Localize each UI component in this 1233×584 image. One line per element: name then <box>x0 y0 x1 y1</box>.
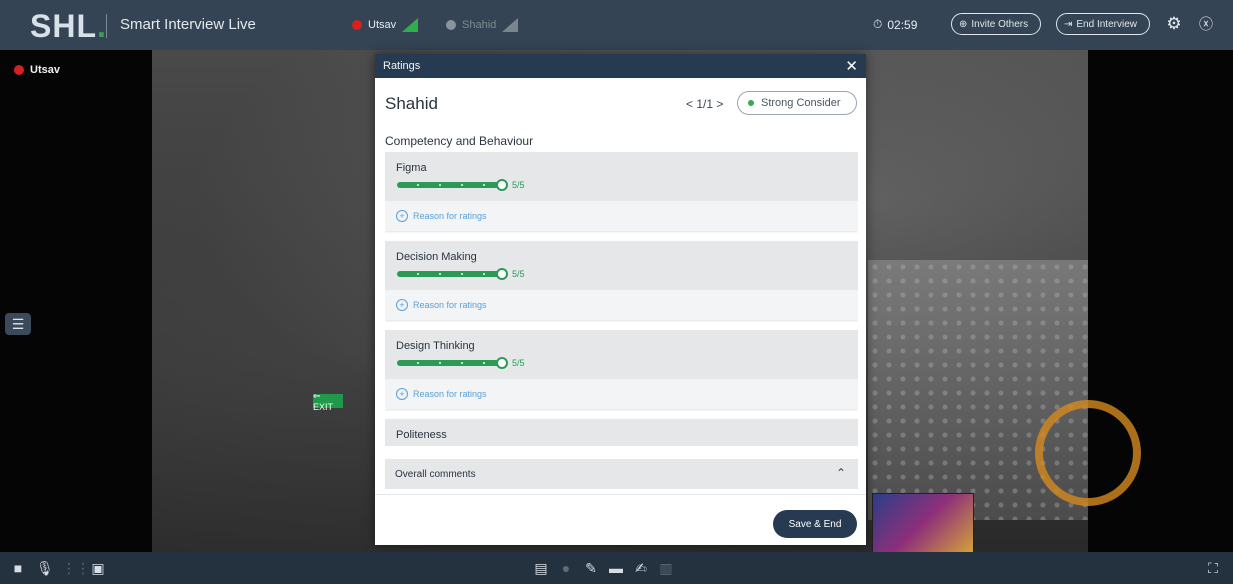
rating-slider[interactable] <box>397 357 508 369</box>
chat-icon[interactable]: ▬ <box>608 560 624 576</box>
candidate-name: Shahid <box>385 94 438 113</box>
video-poster <box>872 493 974 553</box>
whiteboard-icon[interactable]: ✎ <box>583 560 599 576</box>
rating-value: 5/5 <box>512 180 525 190</box>
grid-icon[interactable]: ⋮⋮ <box>62 560 90 576</box>
competency-card: Figma 5/5 + Reason for ratings <box>385 152 858 231</box>
clock-icon: ⏱ <box>873 17 883 31</box>
document-icon[interactable]: ▤ <box>533 560 549 576</box>
shl-logo: SHL. <box>30 8 107 44</box>
rating-slider[interactable] <box>397 268 508 280</box>
competency-card: Politeness <box>385 419 858 446</box>
competency-name: Figma <box>396 162 427 174</box>
modal-header: Ratings ✕ <box>375 54 866 78</box>
settings-gear-icon[interactable]: ⚙ <box>1164 14 1184 34</box>
exit-icon: ⇥ <box>1064 18 1073 30</box>
no-signal-icon <box>502 18 519 32</box>
plus-circle-icon: ⊕ <box>959 18 968 30</box>
speaker-label: Utsav <box>14 64 60 76</box>
exit-sign: ⇐ EXIT <box>313 391 343 412</box>
side-panel-toggle-icon[interactable]: ☰ <box>5 313 31 335</box>
status-dot-icon <box>748 100 754 106</box>
reason-for-ratings-link[interactable]: + Reason for ratings <box>396 210 487 222</box>
plus-circle-icon: + <box>396 299 408 311</box>
competency-card: Decision Making 5/5 + Reason for ratings <box>385 241 858 320</box>
invite-others-button[interactable]: ⊕ Invite Others <box>951 13 1041 35</box>
candidate-pager[interactable]: < 1/1 > <box>686 97 723 111</box>
slider-handle[interactable] <box>496 357 508 369</box>
recording-dot-icon <box>352 20 362 30</box>
logo-divider <box>106 14 107 38</box>
slider-handle[interactable] <box>496 268 508 280</box>
close-circle-icon[interactable]: ⓧ <box>1196 14 1216 34</box>
competency-card: Design Thinking 5/5 + Reason for ratings <box>385 330 858 409</box>
competency-list[interactable]: Figma 5/5 + Reason for ratings Decision … <box>385 152 858 446</box>
fullscreen-icon[interactable]: ⛶ <box>1205 560 1221 576</box>
signal-strength-icon <box>402 18 419 32</box>
competency-name: Decision Making <box>396 251 477 263</box>
video-letterbox-left <box>0 50 152 552</box>
slider-handle[interactable] <box>496 179 508 191</box>
reason-for-ratings-link[interactable]: + Reason for ratings <box>396 299 487 311</box>
plus-circle-icon: + <box>396 388 408 400</box>
competency-name: Design Thinking <box>396 340 475 352</box>
chevron-up-icon: ⌃ <box>835 466 846 480</box>
plus-circle-icon: + <box>396 210 408 222</box>
app-title: Smart Interview Live <box>120 16 256 33</box>
bottom-toolbar: ■ 🎙 ⋮⋮ ▣ ▤ ● ✎ ▬ ✍ ▥ ⛶ <box>0 552 1233 584</box>
save-and-end-button[interactable]: Save & End <box>773 510 857 538</box>
rating-value: 5/5 <box>512 358 525 368</box>
recommendation-status-button[interactable]: Strong Consider <box>737 91 857 115</box>
record-icon[interactable]: ● <box>558 560 574 576</box>
notes-edit-icon[interactable]: ✍ <box>633 560 649 576</box>
section-title: Competency and Behaviour <box>385 134 534 148</box>
screen-share-icon[interactable]: ▣ <box>90 560 106 576</box>
camera-icon[interactable]: ■ <box>10 560 26 576</box>
microphone-icon[interactable]: 🎙 <box>36 560 54 576</box>
overall-comments-toggle[interactable]: Overall comments ⌃ <box>385 459 858 489</box>
rating-slider[interactable] <box>397 179 508 191</box>
rating-value: 5/5 <box>512 269 525 279</box>
modal-footer-divider <box>375 494 866 495</box>
participant-shahid: Shahid <box>446 18 519 32</box>
end-interview-button[interactable]: ⇥ End Interview <box>1056 13 1150 35</box>
clipboard-icon[interactable]: ▥ <box>658 560 674 576</box>
participant-utsav: Utsav <box>352 18 419 32</box>
close-icon[interactable]: ✕ <box>845 57 858 75</box>
video-orange-decoration <box>1035 400 1141 506</box>
ratings-modal: Ratings ✕ Shahid < 1/1 > Strong Consider… <box>375 54 866 545</box>
competency-name: Politeness <box>396 429 447 441</box>
modal-title: Ratings <box>383 60 421 72</box>
interview-timer: ⏱ 02:59 <box>873 17 918 32</box>
inactive-dot-icon <box>446 20 456 30</box>
reason-for-ratings-link[interactable]: + Reason for ratings <box>396 388 487 400</box>
recording-dot-icon <box>14 65 24 75</box>
top-bar: SHL. Smart Interview Live Utsav Shahid ⏱… <box>0 0 1233 50</box>
